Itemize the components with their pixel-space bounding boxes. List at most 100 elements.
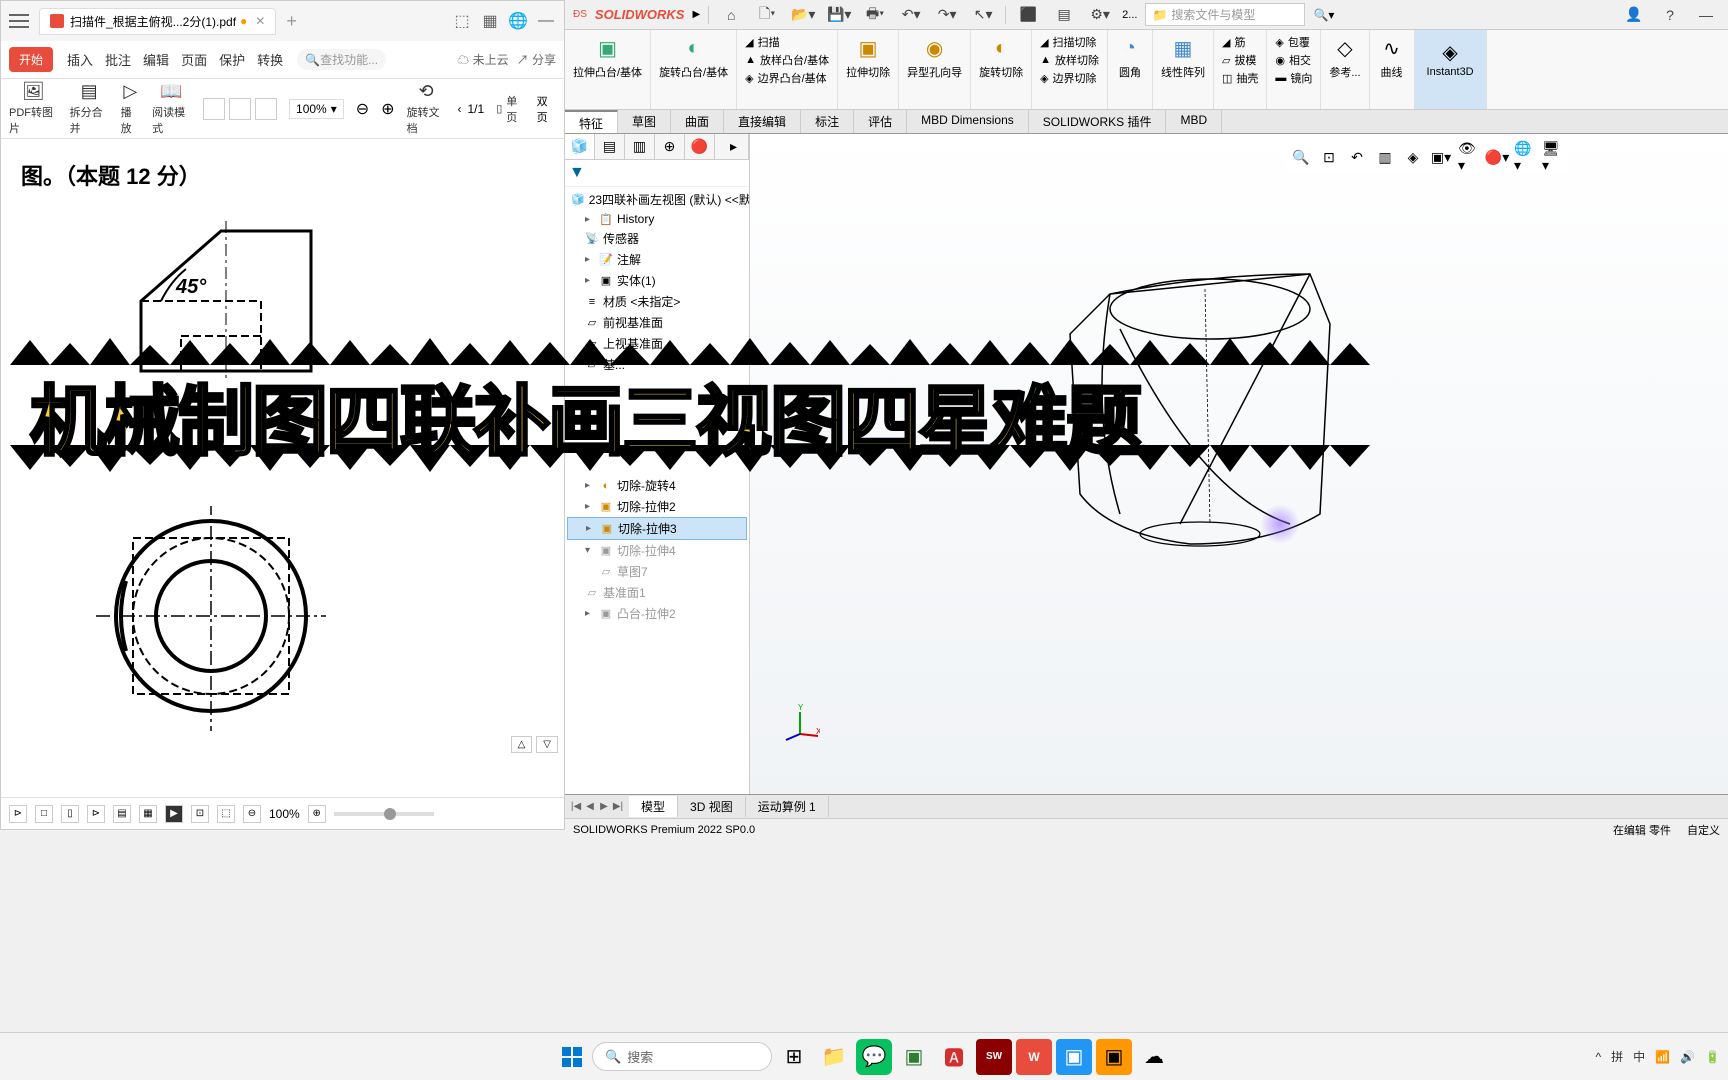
tree-cut-ext2[interactable]: ▸ ▣ 切除-拉伸2 — [567, 496, 747, 517]
rotate-tool[interactable]: ⟲ 旋转文档 — [407, 81, 446, 136]
hole-wizard-button[interactable]: ◉ 异型孔向导 — [907, 34, 962, 80]
task-view-icon[interactable]: ⊞ — [776, 1039, 812, 1075]
redo-icon[interactable]: ↷▾ — [933, 4, 961, 26]
zoom-region-icon[interactable]: ⬚ — [217, 805, 235, 823]
wechat-icon[interactable]: 💬 — [856, 1039, 892, 1075]
display-tab-icon[interactable]: ⊕ — [655, 134, 685, 159]
zoom-fit-icon[interactable]: 🔍 — [1290, 146, 1312, 168]
pdf-to-image-tool[interactable]: 🖼 PDF转图片 — [9, 81, 58, 136]
mirror-button[interactable]: ▬镜向 — [1275, 70, 1312, 86]
pattern-button[interactable]: ▦ 线性阵列 — [1161, 34, 1205, 80]
collapse-icon[interactable]: ▾ — [585, 545, 595, 556]
config-tab-icon[interactable]: ▥ — [625, 134, 655, 159]
view-settings-icon[interactable]: 🖥▾ — [1542, 146, 1564, 168]
taskbar-search-input[interactable]: 🔍 搜索 — [592, 1042, 772, 1071]
search-files-input[interactable]: 📁 搜索文件与模型 — [1145, 3, 1305, 26]
zoom-out-icon[interactable]: ⊖ — [356, 99, 369, 119]
zoom-in-icon[interactable]: ⊕ — [381, 99, 394, 119]
revolve-boss-button[interactable]: ◐ 旋转凸台/基体 — [659, 34, 728, 80]
tab-sketch[interactable]: 草图 — [618, 110, 671, 133]
play-tool[interactable]: ▷ 播放 — [121, 81, 140, 136]
tree-sensors[interactable]: 📡 传感器 — [567, 228, 747, 249]
split-merge-tool[interactable]: ▤ 拆分合并 — [70, 81, 109, 136]
prev-page-icon[interactable]: ‹ — [458, 102, 462, 116]
app-icon-3[interactable]: ▣ — [1056, 1039, 1092, 1075]
tree-history[interactable]: ▸ 📋 History — [567, 210, 747, 228]
intersect-button[interactable]: ◉相交 — [1275, 52, 1312, 68]
settings-icon[interactable]: ⚙▾ — [1086, 4, 1114, 26]
tree-annotations[interactable]: ▸ 📝 注解 — [567, 249, 747, 270]
hide-show-icon[interactable]: 👁▾ — [1458, 146, 1480, 168]
wifi-icon[interactable]: 📶 — [1655, 1050, 1670, 1064]
menu-insert[interactable]: 插入 — [67, 50, 93, 69]
volume-icon[interactable]: 🔊 — [1680, 1050, 1695, 1064]
zoom-fit-icon[interactable]: ⊡ — [191, 805, 209, 823]
app-icon-4[interactable]: ▣ — [1096, 1039, 1132, 1075]
menu-protect[interactable]: 保护 — [219, 50, 245, 69]
expand-icon[interactable]: ▸ — [585, 214, 595, 225]
display-style-icon[interactable]: ▣▾ — [1430, 146, 1452, 168]
fillet-button[interactable]: ◔ 圆角 — [1116, 34, 1144, 80]
hamburger-icon[interactable] — [9, 14, 29, 28]
start-button[interactable] — [556, 1041, 588, 1073]
single-page-tool[interactable]: ▯ 单页 — [496, 93, 524, 125]
feature-tree-tab-icon[interactable]: 🧊 — [565, 134, 595, 159]
revolve-cut-button[interactable]: ◐ 旋转切除 — [979, 34, 1023, 80]
pdf-document-tab[interactable]: 扫描件_根据主俯视...2分(1).pdf ● ✕ — [39, 8, 276, 35]
wps-icon[interactable]: W — [1016, 1039, 1052, 1075]
save-icon[interactable]: 💾▾ — [825, 4, 853, 26]
read-mode-tool[interactable]: 📖 阅读模式 — [152, 81, 191, 136]
options-icon[interactable]: ▤ — [1050, 4, 1078, 26]
menu-annotate[interactable]: 批注 — [105, 50, 131, 69]
minimize-icon[interactable]: — — [1692, 4, 1720, 26]
zoom-out-status-icon[interactable]: ⊖ — [243, 805, 261, 823]
layout-icon[interactable] — [255, 98, 277, 120]
tab-next-icon[interactable]: ▶ — [597, 801, 611, 812]
instant3d-button[interactable]: ◈ Instant3D — [1415, 30, 1487, 109]
expand-icon[interactable]: ▸ — [585, 480, 595, 491]
loft-cut-button[interactable]: ▲放样切除 — [1040, 52, 1099, 68]
tab-evaluate[interactable]: 评估 — [854, 110, 907, 133]
menu-chevron-icon[interactable]: ▶ — [692, 9, 700, 20]
tree-front-plane[interactable]: ▱ 前视基准面 — [567, 312, 747, 333]
battery-icon[interactable]: 🔋 — [1705, 1050, 1720, 1064]
wrap-button[interactable]: ◈包覆 — [1275, 34, 1312, 50]
view-orient-icon[interactable]: ◈ — [1402, 146, 1424, 168]
tree-material[interactable]: ≡ 材质 <未指定> — [567, 291, 747, 312]
tab-last-icon[interactable]: ▶| — [611, 801, 625, 812]
boundary-cut-button[interactable]: ◈边界切除 — [1040, 70, 1099, 86]
select-icon[interactable]: ↖▾ — [969, 4, 997, 26]
fit-page-icon[interactable] — [229, 98, 251, 120]
tab-first-icon[interactable]: |◀ — [569, 801, 583, 812]
apps-icon[interactable]: ▦ — [480, 11, 500, 31]
extrude-cut-button[interactable]: ▣ 拉伸切除 — [846, 34, 890, 80]
tab-mbd-dims[interactable]: MBD Dimensions — [907, 110, 1029, 133]
appearance-tab-icon[interactable]: 🔴 — [685, 134, 715, 159]
help-icon[interactable]: ? — [1656, 4, 1684, 26]
zoom-area-icon[interactable]: ⊡ — [1318, 146, 1340, 168]
new-tab-button[interactable]: + — [286, 11, 297, 32]
app-icon-5[interactable]: ☁ — [1136, 1039, 1172, 1075]
ref-geometry-button[interactable]: ◇ 参考... — [1329, 34, 1360, 80]
home-icon[interactable]: ⌂ — [717, 4, 745, 26]
tree-plane1[interactable]: ▱ 基准面1 — [567, 582, 747, 603]
scroll-down-icon[interactable]: ▽ — [536, 736, 558, 753]
appearance-icon[interactable]: 🔴▾ — [1486, 146, 1508, 168]
solidworks-taskbar-icon[interactable]: SW — [976, 1039, 1012, 1075]
print-icon[interactable]: 🖶▾ — [861, 4, 889, 26]
start-button[interactable]: 开始 — [9, 47, 53, 72]
scroll-up-icon[interactable]: △ — [511, 736, 533, 753]
scene-icon[interactable]: 🌐▾ — [1514, 146, 1536, 168]
new-file-icon[interactable]: 🗋▾ — [753, 4, 781, 26]
tree-solid[interactable]: ▸ ▣ 实体(1) — [567, 270, 747, 291]
function-search-input[interactable]: 🔍 查找功能... — [297, 49, 386, 70]
user-icon[interactable]: 👤 — [1620, 4, 1648, 26]
tab-direct-edit[interactable]: 直接编辑 — [724, 110, 801, 133]
explorer-icon[interactable]: 📁 — [816, 1039, 852, 1075]
tab-motion[interactable]: 运动算例 1 — [746, 796, 829, 817]
expand-icon[interactable]: ▸ — [585, 275, 595, 286]
expand-icon[interactable]: ▸ — [585, 254, 595, 265]
rib-button[interactable]: ◢筋 — [1222, 34, 1258, 50]
boundary-button[interactable]: ◈边界凸台/基体 — [745, 70, 829, 86]
tray-expand-icon[interactable]: ^ — [1595, 1050, 1601, 1064]
